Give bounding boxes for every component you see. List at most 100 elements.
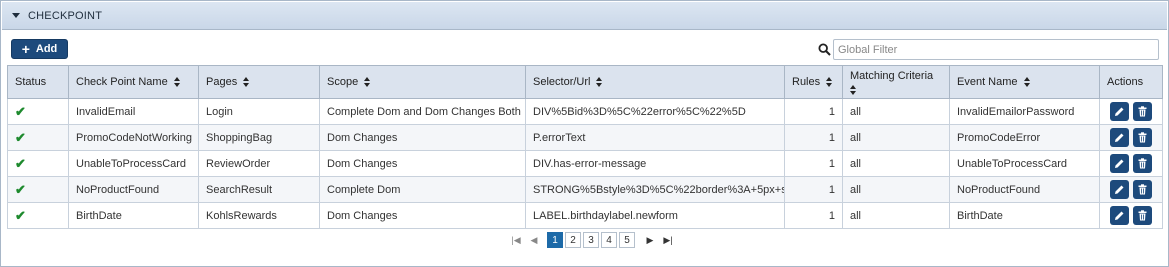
matching-criteria-cell: all [842, 150, 950, 177]
table-row[interactable]: ✔ InvalidEmail Login Complete Dom and Dom C… [7, 98, 1163, 125]
sort-icon[interactable] [1023, 77, 1031, 88]
column-header-rules[interactable]: Rules [784, 65, 843, 99]
scope-cell: Dom Changes [319, 150, 526, 177]
page-number-button[interactable]: 3 [583, 232, 599, 248]
rules-link[interactable]: 1 [784, 124, 843, 151]
actions-cell [1099, 202, 1163, 229]
search-icon [818, 43, 831, 56]
page-cell: ShoppingBag [198, 124, 320, 151]
status-cell: ✔ [7, 124, 69, 151]
page-cell: Login [198, 98, 320, 125]
selector-cell: DIV.has-error-message [525, 150, 785, 177]
check-icon: ✔ [15, 155, 26, 171]
selector-cell: LABEL.birthdaylabel.newform [525, 202, 785, 229]
matching-criteria-cell: all [842, 176, 950, 203]
table-row[interactable]: ✔ NoProductFound SearchResult Complete Dom S… [7, 176, 1163, 203]
event-name-cell: BirthDate [949, 202, 1100, 229]
table-header-row: Status Check Point Name Pages Scope Sele… [7, 65, 1163, 99]
column-header-scope[interactable]: Scope [319, 65, 526, 99]
selector-cell: STRONG%5Bstyle%3D%5C%22border%3A+5px+sol… [525, 176, 785, 203]
plus-icon: + [21, 41, 30, 57]
event-name-cell: PromoCodeError [949, 124, 1100, 151]
check-icon: ✔ [15, 129, 26, 145]
actions-cell [1099, 98, 1163, 125]
rules-link[interactable]: 1 [784, 176, 843, 203]
event-name-cell: InvalidEmailorPassword [949, 98, 1100, 125]
global-filter-input[interactable] [833, 39, 1159, 60]
page-numbers: 12345 [547, 232, 637, 248]
last-page-icon[interactable]: ▶| [659, 232, 677, 248]
sort-icon[interactable] [243, 77, 250, 88]
prev-page-icon[interactable]: ◀ [525, 232, 543, 248]
page-number-button[interactable]: 1 [547, 232, 563, 248]
checkpoint-name-cell: UnableToProcessCard [68, 150, 199, 177]
actions-cell [1099, 124, 1163, 151]
edit-button[interactable] [1110, 206, 1129, 225]
matching-criteria-cell: all [842, 124, 950, 151]
pagination: |◀ ◀ 12345 ▶ ▶| [507, 232, 677, 248]
rules-link[interactable]: 1 [784, 150, 843, 177]
actions-cell [1099, 176, 1163, 203]
column-header-selector[interactable]: Selector/Url [525, 65, 785, 99]
checkpoint-name-cell: InvalidEmail [68, 98, 199, 125]
edit-button[interactable] [1110, 102, 1129, 121]
check-icon: ✔ [15, 207, 26, 223]
selector-cell: DIV%5Bid%3D%5C%22error%5C%22%5D [525, 98, 785, 125]
table-row[interactable]: ✔ UnableToProcessCard ReviewOrder Dom Chang… [7, 150, 1163, 177]
delete-button[interactable] [1133, 128, 1152, 147]
panel-title: CHECKPOINT [28, 9, 103, 22]
scope-cell: Dom Changes [319, 124, 526, 151]
delete-button[interactable] [1133, 206, 1152, 225]
sort-icon[interactable] [596, 77, 603, 88]
status-cell: ✔ [7, 150, 69, 177]
table-row[interactable]: ✔ BirthDate KohlsRewards Dom Changes LABEL.b… [7, 202, 1163, 229]
delete-button[interactable] [1133, 102, 1152, 121]
page-number-button[interactable]: 4 [601, 232, 617, 248]
sort-icon[interactable] [826, 77, 833, 88]
status-cell: ✔ [7, 176, 69, 203]
column-header-event-name[interactable]: Event Name [949, 65, 1100, 99]
delete-button[interactable] [1133, 154, 1152, 173]
check-icon: ✔ [15, 103, 26, 119]
edit-button[interactable] [1110, 180, 1129, 199]
status-cell: ✔ [7, 202, 69, 229]
page-cell: KohlsRewards [198, 202, 320, 229]
sort-icon[interactable] [364, 77, 371, 88]
column-header-pages[interactable]: Pages [198, 65, 320, 99]
checkpoint-name-cell: BirthDate [68, 202, 199, 229]
column-header-matching-criteria[interactable]: Matching Criteria [842, 65, 950, 99]
panel-header[interactable]: CHECKPOINT [2, 2, 1167, 30]
delete-button[interactable] [1133, 180, 1152, 199]
table-row[interactable]: ✔ PromoCodeNotWorking ShoppingBag Dom Chang… [7, 124, 1163, 151]
rules-link[interactable]: 1 [784, 98, 843, 125]
caret-down-icon[interactable] [12, 13, 20, 18]
status-cell: ✔ [7, 98, 69, 125]
first-page-icon[interactable]: |◀ [507, 232, 525, 248]
scope-cell: Dom Changes [319, 202, 526, 229]
edit-button[interactable] [1110, 154, 1129, 173]
page-number-button[interactable]: 5 [619, 232, 635, 248]
column-header-name[interactable]: Check Point Name [68, 65, 199, 99]
checkpoint-panel: CHECKPOINT + Add Status Check Point Name… [0, 0, 1169, 267]
page-cell: SearchResult [198, 176, 320, 203]
add-button-label: Add [35, 43, 58, 55]
scope-cell: Complete Dom [319, 176, 526, 203]
column-header-actions: Actions [1099, 65, 1163, 99]
add-button[interactable]: + Add [11, 39, 68, 59]
matching-criteria-cell: all [842, 202, 950, 229]
edit-button[interactable] [1110, 128, 1129, 147]
page-number-button[interactable]: 2 [565, 232, 581, 248]
column-header-status: Status [7, 65, 69, 99]
checkpoint-name-cell: NoProductFound [68, 176, 199, 203]
check-icon: ✔ [15, 181, 26, 197]
event-name-cell: NoProductFound [949, 176, 1100, 203]
matching-criteria-cell: all [842, 98, 950, 125]
selector-cell: P.errorText [525, 124, 785, 151]
actions-cell [1099, 150, 1163, 177]
checkpoint-table: Status Check Point Name Pages Scope Sele… [7, 65, 1163, 229]
checkpoint-name-cell: PromoCodeNotWorking [68, 124, 199, 151]
sort-icon[interactable] [850, 84, 857, 95]
sort-icon[interactable] [173, 77, 181, 88]
next-page-icon[interactable]: ▶ [641, 232, 659, 248]
rules-link[interactable]: 1 [784, 202, 843, 229]
